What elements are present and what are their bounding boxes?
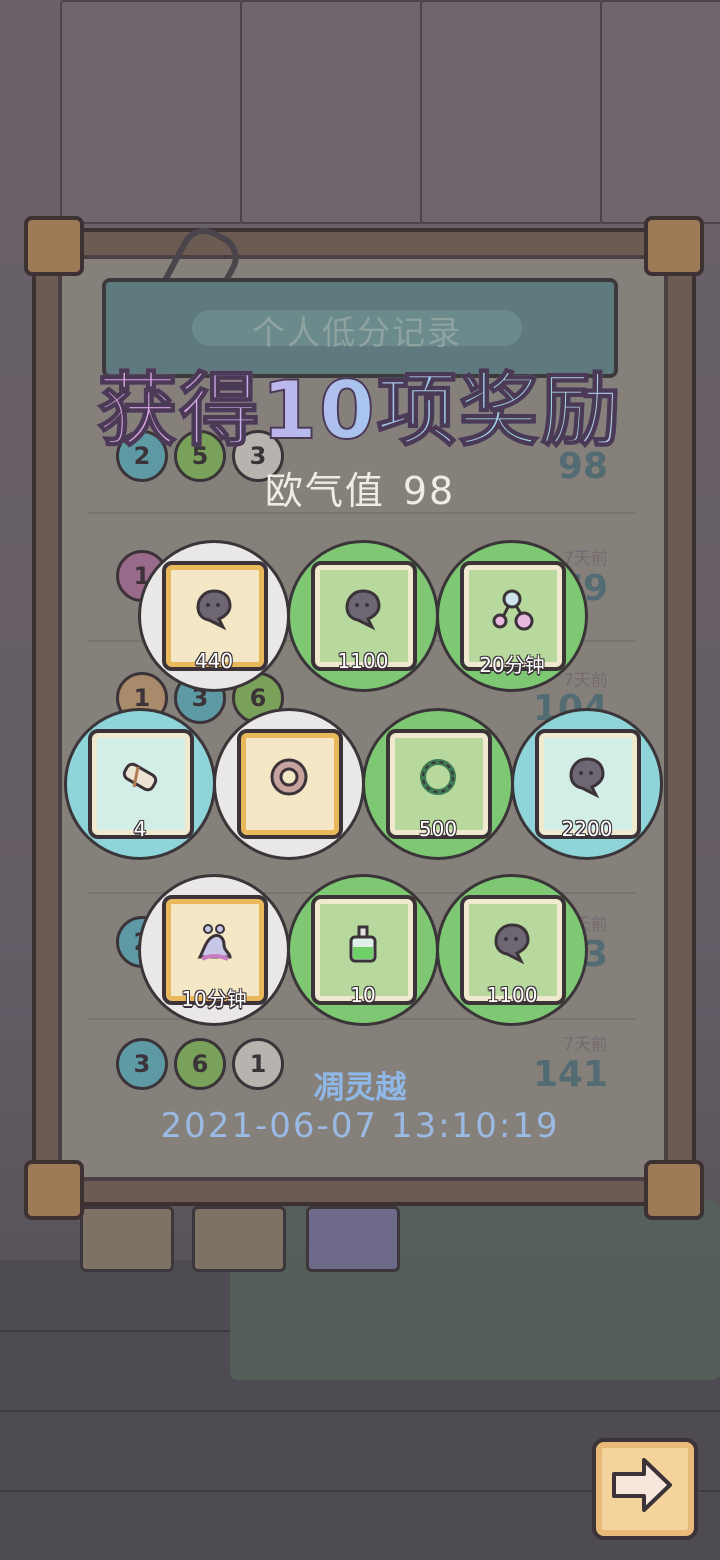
slug-creature-icon [197, 924, 232, 961]
reward-item[interactable]: 10 [287, 874, 439, 1026]
ghost-blob-icon [569, 757, 605, 799]
ring-icon [270, 758, 308, 796]
reward-title: 获得10项奖励 [0, 346, 720, 462]
reward-quantity: 10 [350, 983, 376, 1007]
reward-quantity: 440 [194, 649, 234, 673]
reward-item[interactable] [213, 708, 365, 860]
reward-item[interactable]: 500 [362, 708, 514, 860]
reward-quantity: 4 [133, 817, 147, 841]
reward-item[interactable]: 1100 [287, 540, 439, 692]
scroll-icon [122, 762, 158, 792]
ghost-blob-icon [345, 589, 381, 631]
player-name: 凋灵越 [313, 1070, 407, 1106]
reward-item[interactable]: 4 [64, 708, 216, 860]
next-button[interactable] [592, 1438, 698, 1540]
luck-value: 98 [402, 469, 456, 513]
ghost-blob-icon [494, 923, 530, 965]
reward-item[interactable]: 1100 [436, 874, 588, 1026]
reward-quantity: 1100 [486, 983, 538, 1007]
molecule-potion-icon [492, 589, 534, 631]
reward-item[interactable]: 10分钟 [138, 874, 290, 1026]
reward-item[interactable]: 20分钟 [436, 540, 588, 692]
reward-quantity: 20分钟 [479, 653, 545, 677]
reward-item[interactable]: 2200 [511, 708, 663, 860]
ghost-blob-icon [196, 589, 232, 631]
reward-quantity: 2200 [561, 817, 613, 841]
vine-wreath-icon [420, 759, 456, 795]
reward-quantity: 10分钟 [181, 987, 247, 1011]
luck-label: 欧气值 [264, 469, 385, 513]
arrow-right-icon [612, 1458, 672, 1512]
reward-quantity: 1100 [337, 649, 389, 673]
luck-value-row: 欧气值 98 [0, 460, 720, 515]
reward-item[interactable]: 440 [138, 540, 290, 692]
green-potion-icon [349, 925, 377, 963]
reward-quantity: 500 [418, 817, 458, 841]
record-timestamp: 2021-06-07 13:10:19 [160, 1106, 560, 1146]
